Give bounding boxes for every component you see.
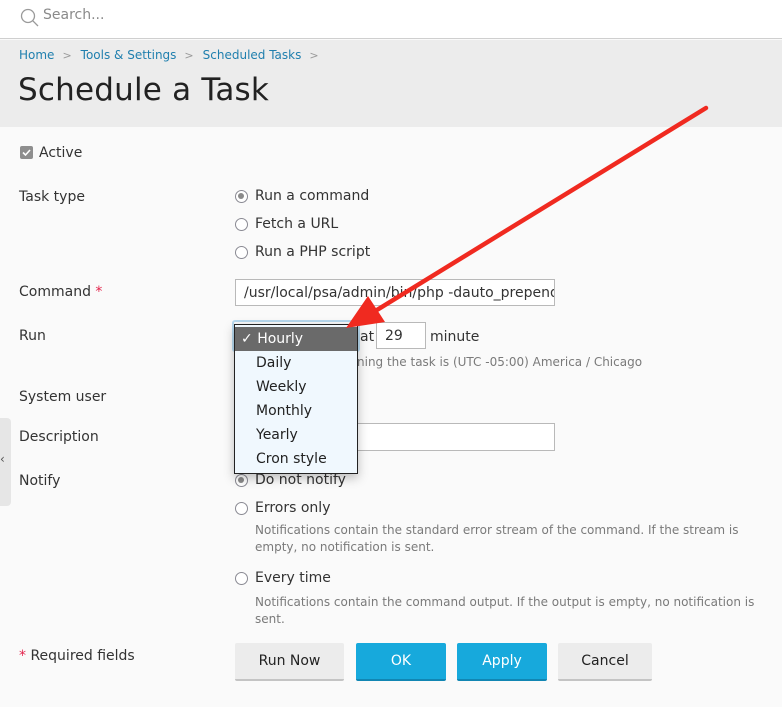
radio-fetch-url-label: Fetch a URL	[255, 216, 339, 232]
at-label: at	[360, 329, 375, 345]
chevron-right-icon: >	[62, 48, 72, 62]
radio-run-command-label: Run a command	[255, 188, 370, 204]
dropdown-option-monthly[interactable]: Monthly	[235, 399, 357, 423]
search-icon[interactable]	[19, 7, 41, 29]
breadcrumb: Home > Tools & Settings > Scheduled Task…	[19, 48, 328, 62]
chevron-right-icon: >	[309, 48, 319, 62]
radio-fetch-url[interactable]	[235, 218, 248, 231]
errors-only-hint: Notifications contain the standard error…	[255, 523, 739, 554]
ok-button[interactable]: OK	[356, 643, 446, 681]
radio-errors-only[interactable]	[235, 502, 248, 515]
check-icon: ✓	[241, 331, 253, 347]
radio-do-not-notify-label: Do not notify	[255, 472, 346, 488]
dropdown-option-daily[interactable]: Daily	[235, 351, 357, 375]
run-label: Run	[19, 328, 46, 344]
apply-button[interactable]: Apply	[457, 643, 547, 681]
command-label-text: Command	[19, 284, 91, 300]
timezone-hint: ning the task is (UTC -05:00) America / …	[357, 355, 643, 369]
sidebar-toggle[interactable]: ‹	[0, 418, 11, 506]
minute-label: minute	[430, 329, 480, 345]
chevron-left-icon: ‹	[0, 452, 5, 466]
run-frequency-dropdown: ✓ Hourly Daily Weekly Monthly Yearly Cro…	[234, 324, 358, 474]
active-label: Active	[39, 145, 83, 161]
minute-input[interactable]: 29	[376, 322, 426, 349]
search-input[interactable]: Search...	[43, 7, 104, 23]
required-fields-text: Required fields	[30, 648, 135, 664]
radio-run-php-script[interactable]	[235, 246, 248, 259]
check-icon	[22, 149, 31, 157]
notify-label: Notify	[19, 473, 61, 489]
cancel-button[interactable]: Cancel	[558, 643, 652, 681]
system-user-label: System user	[19, 389, 107, 405]
radio-errors-only-label: Errors only	[255, 500, 331, 516]
radio-run-php-script-label: Run a PHP script	[255, 244, 371, 260]
required-fields-note: * Required fields	[19, 648, 135, 664]
radio-every-time[interactable]	[235, 572, 248, 585]
dropdown-option-cron-style[interactable]: Cron style	[235, 447, 357, 471]
required-mark: *	[19, 648, 26, 664]
description-label: Description	[19, 429, 99, 445]
command-label: Command *	[19, 284, 102, 300]
active-checkbox[interactable]	[20, 146, 33, 159]
radio-do-not-notify[interactable]	[235, 474, 248, 487]
breadcrumb-tools-settings[interactable]: Tools & Settings	[81, 48, 177, 62]
dropdown-option-hourly[interactable]: ✓ Hourly	[235, 327, 357, 351]
breadcrumb-scheduled-tasks[interactable]: Scheduled Tasks	[203, 48, 302, 62]
radio-every-time-label: Every time	[255, 570, 331, 586]
page-title: Schedule a Task	[18, 72, 270, 108]
dropdown-option-weekly[interactable]: Weekly	[235, 375, 357, 399]
task-type-label: Task type	[19, 189, 85, 205]
dropdown-option-yearly[interactable]: Yearly	[235, 423, 357, 447]
every-time-hint: Notifications contain the command output…	[255, 595, 755, 626]
command-input[interactable]: /usr/local/psa/admin/bin/php -dauto_prep…	[235, 279, 555, 306]
run-now-button[interactable]: Run Now	[235, 643, 344, 681]
radio-run-command[interactable]	[235, 190, 248, 203]
chevron-right-icon: >	[184, 48, 194, 62]
page-header: Home > Tools & Settings > Scheduled Task…	[0, 40, 782, 127]
breadcrumb-home[interactable]: Home	[19, 48, 54, 62]
top-bar: Search...	[0, 0, 782, 39]
required-mark: *	[95, 284, 103, 300]
